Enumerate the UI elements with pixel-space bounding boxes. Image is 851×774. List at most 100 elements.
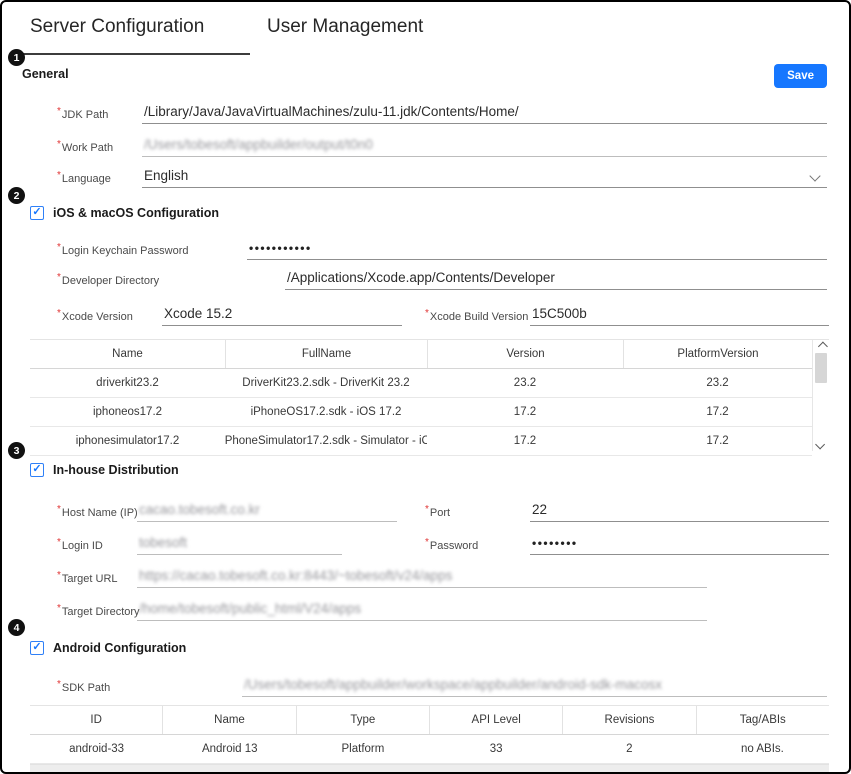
host-name-input[interactable]: cacao.tobesoft.co.kr bbox=[137, 501, 397, 522]
language-select[interactable]: English bbox=[142, 167, 827, 188]
server-configuration-page: Server Configuration User Management 1 2… bbox=[0, 0, 851, 774]
ios-sdk-table-header: Name FullName Version PlatformVersion bbox=[30, 340, 812, 369]
target-directory-input[interactable]: /home/tobesoft/public_html/V24/apps bbox=[137, 600, 707, 621]
column-header-id: ID bbox=[30, 706, 162, 734]
sdk-path-input[interactable]: /Users/tobesoft/appbuilder/workspace/app… bbox=[242, 676, 827, 697]
cell-tag-abis: no ABIs. bbox=[696, 735, 829, 763]
column-header-fullname: FullName bbox=[225, 340, 427, 368]
password-field: Password •••••••• bbox=[425, 535, 829, 555]
work-path-value: /Users/tobesoft/appbuilder/output/t0n0 bbox=[144, 137, 373, 152]
target-directory-label: Target Directory bbox=[57, 603, 137, 621]
sdk-path-label: SDK Path bbox=[57, 679, 242, 697]
work-path-field: Work Path /Users/tobesoft/appbuilder/out… bbox=[57, 137, 827, 157]
inhouse-section-header: ✓ In-house Distribution bbox=[30, 462, 179, 477]
cell-fullname: iPhoneSimulator17.2.sdk - Simulator - iC bbox=[225, 427, 427, 455]
tab-server-configuration[interactable]: Server Configuration bbox=[30, 16, 204, 38]
annotation-badge-1: 1 bbox=[8, 49, 25, 66]
save-button[interactable]: Save bbox=[774, 64, 827, 88]
login-id-field: Login ID tobesoft bbox=[57, 535, 342, 555]
inhouse-section-checkbox[interactable]: ✓ bbox=[30, 463, 44, 477]
column-header-version: Version bbox=[427, 340, 623, 368]
target-directory-field: Target Directory /home/tobesoft/public_h… bbox=[57, 601, 707, 621]
chevron-down-icon bbox=[809, 170, 820, 181]
ios-section-header: ✓ iOS & macOS Configuration bbox=[30, 205, 219, 220]
cell-platformversion: 17.2 bbox=[623, 398, 812, 426]
xcode-build-version-label: Xcode Build Version bbox=[425, 308, 530, 326]
login-keychain-password-value: ••••••••••• bbox=[249, 241, 312, 255]
port-input[interactable]: 22 bbox=[530, 501, 829, 522]
cell-version: 23.2 bbox=[427, 369, 623, 397]
cell-name: iphoneos17.2 bbox=[30, 398, 225, 426]
cell-id: android-33 bbox=[30, 735, 163, 763]
developer-directory-input[interactable]: /Applications/Xcode.app/Contents/Develop… bbox=[285, 269, 827, 290]
jdk-path-field: JDK Path /Library/Java/JavaVirtualMachin… bbox=[57, 104, 827, 124]
cell-api-level: 33 bbox=[430, 735, 563, 763]
cell-fullname: iPhoneOS17.2.sdk - iOS 17.2 bbox=[225, 398, 427, 426]
horizontal-scrollbar-track[interactable] bbox=[30, 764, 829, 774]
login-id-input[interactable]: tobesoft bbox=[137, 534, 342, 555]
scrollbar-thumb[interactable] bbox=[815, 353, 827, 383]
cell-name: iphonesimulator17.2 bbox=[30, 427, 225, 455]
cell-version: 17.2 bbox=[427, 427, 623, 455]
work-path-input[interactable]: /Users/tobesoft/appbuilder/output/t0n0 bbox=[142, 136, 827, 157]
cell-version: 17.2 bbox=[427, 398, 623, 426]
password-input[interactable]: •••••••• bbox=[530, 534, 829, 555]
target-url-input[interactable]: https://cacao.tobesoft.co.kr:8443/~tobes… bbox=[137, 567, 707, 588]
cell-revisions: 2 bbox=[563, 735, 696, 763]
ios-section-checkbox[interactable]: ✓ bbox=[30, 206, 44, 220]
cell-type: Platform bbox=[296, 735, 429, 763]
column-header-platformversion: PlatformVersion bbox=[623, 340, 812, 368]
sdk-path-field: SDK Path /Users/tobesoft/appbuilder/work… bbox=[57, 677, 827, 697]
target-url-value: https://cacao.tobesoft.co.kr:8443/~tobes… bbox=[139, 568, 452, 583]
android-sdk-table-header: ID Name Type API Level Revisions Tag/ABI… bbox=[30, 706, 829, 735]
jdk-path-input[interactable]: /Library/Java/JavaVirtualMachines/zulu-1… bbox=[142, 103, 827, 124]
host-name-label: Host Name (IP) bbox=[57, 504, 137, 522]
scroll-up-button[interactable] bbox=[813, 340, 829, 353]
host-name-field: Host Name (IP) cacao.tobesoft.co.kr bbox=[57, 502, 397, 522]
column-header-tag-abis: Tag/ABIs bbox=[696, 706, 829, 734]
table-row[interactable]: iphonesimulator17.2 iPhoneSimulator17.2.… bbox=[30, 427, 812, 456]
login-keychain-password-label: Login Keychain Password bbox=[57, 242, 247, 260]
table-row[interactable]: driverkit23.2 DriverKit23.2.sdk - Driver… bbox=[30, 369, 812, 398]
column-header-revisions: Revisions bbox=[562, 706, 695, 734]
password-label: Password bbox=[425, 537, 530, 555]
xcode-build-version-field: Xcode Build Version 15C500b bbox=[425, 306, 829, 326]
chevron-down-icon bbox=[815, 440, 825, 450]
target-url-field: Target URL https://cacao.tobesoft.co.kr:… bbox=[57, 568, 707, 588]
cell-name: driverkit23.2 bbox=[30, 369, 225, 397]
column-header-name: Name bbox=[30, 340, 225, 368]
android-section-checkbox[interactable]: ✓ bbox=[30, 641, 44, 655]
target-url-label: Target URL bbox=[57, 570, 137, 588]
port-field: Port 22 bbox=[425, 502, 829, 522]
jdk-path-label: JDK Path bbox=[57, 106, 142, 124]
developer-directory-label: Developer Directory bbox=[57, 272, 285, 290]
host-name-value: cacao.tobesoft.co.kr bbox=[139, 502, 260, 517]
login-keychain-password-input[interactable]: ••••••••••• bbox=[247, 239, 827, 260]
android-section-title: Android Configuration bbox=[53, 641, 186, 655]
target-directory-value: /home/tobesoft/public_html/V24/apps bbox=[139, 601, 361, 616]
active-tab-underline bbox=[10, 53, 250, 55]
scroll-down-button[interactable] bbox=[813, 438, 829, 451]
table-row[interactable]: android-33 Android 13 Platform 33 2 no A… bbox=[30, 735, 829, 764]
ios-section-title: iOS & macOS Configuration bbox=[53, 206, 219, 220]
xcode-build-version-input[interactable]: 15C500b bbox=[530, 305, 829, 326]
cell-name: Android 13 bbox=[163, 735, 296, 763]
inhouse-section-title: In-house Distribution bbox=[53, 463, 179, 477]
cell-platformversion: 17.2 bbox=[623, 427, 812, 455]
android-sdk-table: ID Name Type API Level Revisions Tag/ABI… bbox=[30, 705, 829, 774]
annotation-badge-3: 3 bbox=[8, 442, 25, 459]
language-value: English bbox=[144, 168, 188, 183]
table-row[interactable]: iphoneos17.2 iPhoneOS17.2.sdk - iOS 17.2… bbox=[30, 398, 812, 427]
ios-sdk-table: Name FullName Version PlatformVersion dr… bbox=[30, 339, 829, 451]
general-section-title: General bbox=[22, 67, 69, 81]
tab-user-management[interactable]: User Management bbox=[267, 16, 423, 38]
xcode-version-label: Xcode Version bbox=[57, 308, 162, 326]
login-id-label: Login ID bbox=[57, 537, 137, 555]
column-header-type: Type bbox=[296, 706, 429, 734]
password-value: •••••••• bbox=[532, 536, 578, 550]
cell-platformversion: 23.2 bbox=[623, 369, 812, 397]
cell-fullname: DriverKit23.2.sdk - DriverKit 23.2 bbox=[225, 369, 427, 397]
android-section-header: ✓ Android Configuration bbox=[30, 640, 186, 655]
xcode-version-input[interactable]: Xcode 15.2 bbox=[162, 305, 402, 326]
column-header-name: Name bbox=[162, 706, 295, 734]
